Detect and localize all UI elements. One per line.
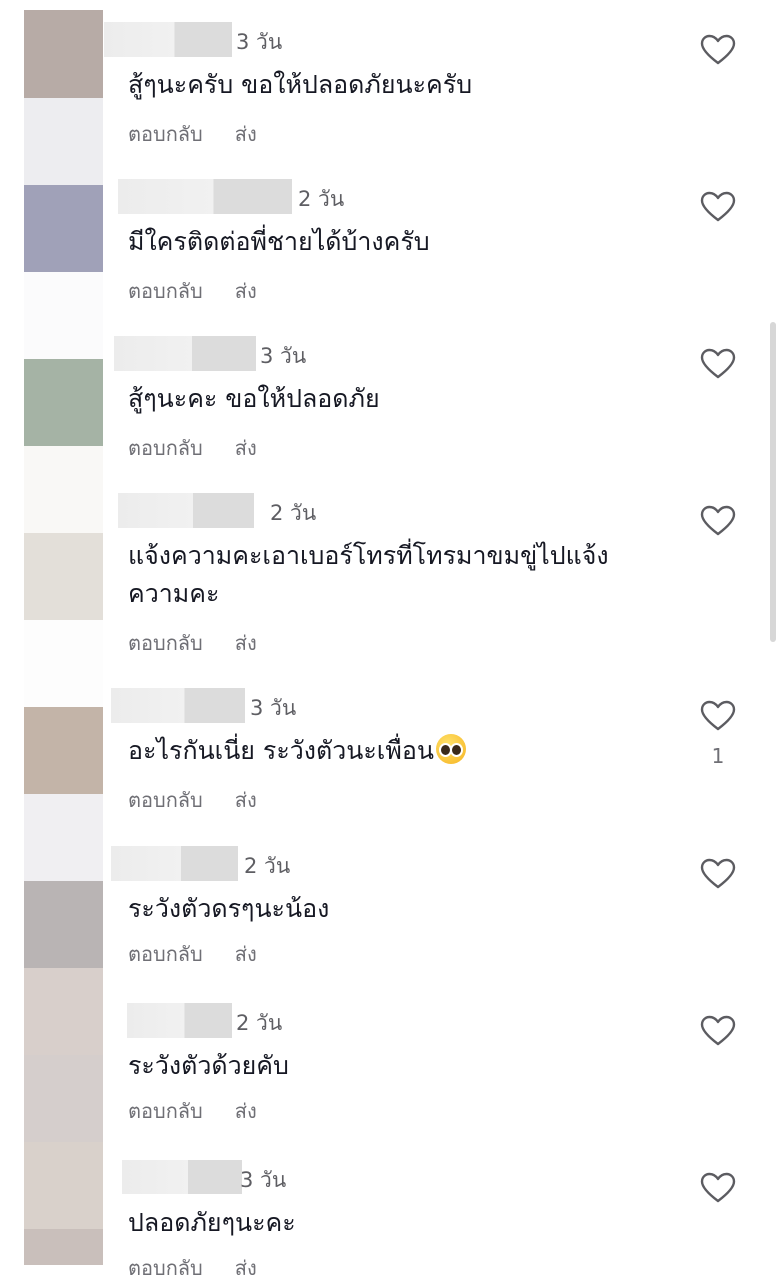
avatar-blur	[24, 446, 103, 533]
heart-outline-icon[interactable]	[700, 34, 736, 66]
comment-time: 2 วัน	[244, 854, 291, 878]
heart-outline-icon[interactable]	[700, 858, 736, 890]
username-blurred[interactable]	[122, 1160, 242, 1194]
send-button[interactable]: ส่ง	[235, 627, 257, 659]
comment-actions: ตอบกลับ ส่ง	[128, 784, 257, 816]
comment-text: อะไรกันเนี่ย ระวังตัวนะเพื่อน	[128, 732, 648, 770]
send-button[interactable]: ส่ง	[235, 938, 257, 970]
avatar-blur	[24, 1142, 103, 1229]
heart-outline-icon[interactable]	[700, 505, 736, 537]
comment-text: ระวังตัวด้วยคับ	[128, 1051, 289, 1080]
comment-text-content: อะไรกันเนี่ย ระวังตัวนะเพื่อน	[128, 736, 434, 765]
send-button[interactable]: ส่ง	[235, 1252, 257, 1284]
comment-actions: ตอบกลับ ส่ง	[128, 1252, 257, 1284]
reply-button[interactable]: ตอบกลับ	[128, 627, 203, 659]
send-button[interactable]: ส่ง	[235, 275, 257, 307]
like-count: 1	[711, 744, 725, 768]
avatar-blur	[24, 98, 103, 185]
heart-outline-icon[interactable]	[700, 191, 736, 223]
send-button[interactable]: ส่ง	[235, 432, 257, 464]
avatar-blur	[24, 794, 103, 881]
avatar-blur	[24, 272, 103, 359]
comment-actions: ตอบกลับ ส่ง	[128, 118, 257, 150]
comment-list: 3 วัน สู้ๆนะครับ ขอให้ปลอดภัยนะครับ ตอบก…	[0, 0, 778, 1280]
username-blurred[interactable]	[111, 688, 245, 723]
username-blurred[interactable]	[118, 179, 292, 214]
username-blurred[interactable]	[127, 1003, 232, 1038]
reply-button[interactable]: ตอบกลับ	[128, 118, 203, 150]
comment-text: มีใครติดต่อพี่ชายได้บ้างครับ	[128, 227, 430, 256]
reply-button[interactable]: ตอบกลับ	[128, 938, 203, 970]
comment-actions: ตอบกลับ ส่ง	[128, 432, 257, 464]
comment-actions: ตอบกลับ ส่ง	[128, 627, 257, 659]
comment-time: 2 วัน	[270, 501, 317, 525]
username-blurred[interactable]	[114, 336, 256, 371]
avatar-blur	[24, 707, 103, 794]
comment-time: 2 วัน	[236, 1011, 283, 1035]
comment-time: 3 วัน	[260, 344, 307, 368]
comment-text: สู้ๆนะครับ ขอให้ปลอดภัยนะครับ	[128, 70, 473, 99]
heart-outline-icon[interactable]	[700, 1172, 736, 1204]
username-blurred[interactable]	[111, 846, 238, 881]
comment-text: ปลอดภัยๆนะคะ	[128, 1208, 296, 1237]
avatar-blur	[24, 1229, 103, 1265]
reply-button[interactable]: ตอบกลับ	[128, 1252, 203, 1284]
username-blurred[interactable]	[118, 493, 254, 528]
avatar-blur	[24, 10, 103, 98]
reply-button[interactable]: ตอบกลับ	[128, 432, 203, 464]
username-blurred[interactable]	[104, 22, 232, 57]
comment-time: 3 วัน	[236, 30, 283, 54]
heart-outline-icon[interactable]	[700, 1015, 736, 1047]
pleading-face-emoji	[435, 734, 466, 764]
comment-actions: ตอบกลับ ส่ง	[128, 275, 257, 307]
reply-button[interactable]: ตอบกลับ	[128, 1095, 203, 1127]
avatar-blur	[24, 881, 103, 968]
send-button[interactable]: ส่ง	[235, 784, 257, 816]
heart-outline-icon[interactable]	[700, 700, 736, 732]
avatar-blur	[24, 185, 103, 272]
comment-time: 3 วัน	[250, 696, 297, 720]
comment-actions: ตอบกลับ ส่ง	[128, 1095, 257, 1127]
heart-outline-icon[interactable]	[700, 348, 736, 380]
comment-actions: ตอบกลับ ส่ง	[128, 938, 257, 970]
comment-text: แจ้งความคะเอาเบอร์โทรที่โทรมาขมขู่ไปแจ้ง…	[128, 541, 609, 608]
comment-text: สู้ๆนะคะ ขอให้ปลอดภัย	[128, 384, 380, 413]
avatar-blur	[24, 1055, 103, 1142]
avatar-blur	[24, 968, 103, 1055]
avatar-blur	[24, 359, 103, 446]
avatar-blur	[24, 533, 103, 620]
comment-time: 2 วัน	[298, 187, 345, 211]
send-button[interactable]: ส่ง	[235, 1095, 257, 1127]
reply-button[interactable]: ตอบกลับ	[128, 275, 203, 307]
comment-text: ระวังตัวดรๆนะน้อง	[128, 894, 330, 923]
send-button[interactable]: ส่ง	[235, 118, 257, 150]
scrollbar[interactable]	[770, 322, 776, 642]
comment-time: 3 วัน	[240, 1168, 287, 1192]
avatar-blur	[24, 620, 103, 707]
reply-button[interactable]: ตอบกลับ	[128, 784, 203, 816]
